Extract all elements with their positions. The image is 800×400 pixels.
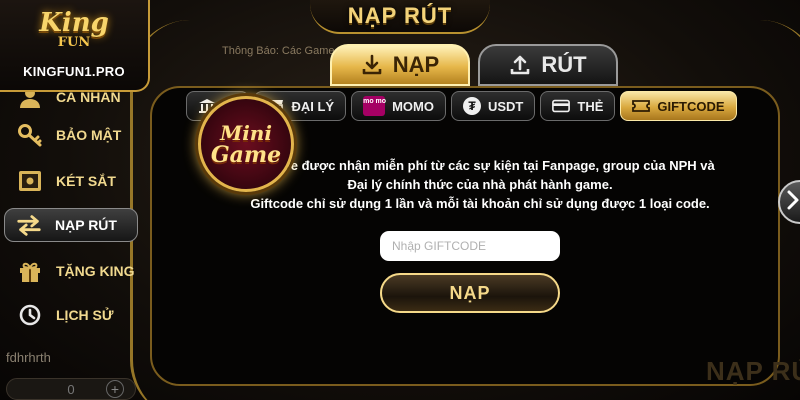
page-title: NẠP RÚT: [310, 0, 490, 34]
upload-icon: [509, 54, 531, 76]
subtab-giftcode[interactable]: GIFTCODE: [620, 91, 737, 121]
card-icon: [552, 98, 571, 114]
giftcode-input[interactable]: [380, 231, 560, 261]
gift-icon: [16, 258, 44, 284]
exchange-icon: [15, 212, 43, 238]
sidebar-item-ket-sat[interactable]: KÉT SẮT: [6, 164, 138, 198]
logo-king: King: [39, 8, 109, 38]
chevron-right-icon: [786, 189, 800, 216]
subtab-usdt-label: USDT: [487, 98, 524, 114]
tab-nap-label: NẠP: [392, 52, 440, 77]
subtab-momo[interactable]: mo mo MOMO: [351, 91, 446, 121]
sidebar-item-tang-king[interactable]: TẶNG KING: [6, 254, 138, 288]
sidebar-item-nap-rut[interactable]: NẠP RÚT: [4, 208, 138, 242]
sidebar-item-label: TẶNG KING: [56, 263, 135, 279]
subtab-usdt[interactable]: ₮ USDT: [450, 91, 536, 121]
minigame-badge[interactable]: Mini Game: [198, 96, 294, 192]
brand-logo: King FUN KINGFUN1.PRO: [0, 0, 150, 92]
safe-icon: [16, 168, 44, 194]
brand-url: KINGFUN1.PRO: [23, 64, 125, 79]
tab-nap[interactable]: NẠP: [330, 44, 470, 86]
tab-rut-label: RÚT: [541, 52, 587, 77]
key-icon: [16, 122, 44, 148]
ticket-icon: [632, 98, 651, 114]
minigame-line-2: Game: [210, 142, 282, 168]
history-icon: [16, 302, 44, 328]
sidebar-item-label: BẢO MẬT: [56, 127, 122, 143]
tab-rut[interactable]: RÚT: [478, 44, 618, 86]
download-icon: [361, 54, 383, 76]
subtab-the[interactable]: THẺ: [540, 91, 616, 121]
subtab-dai-ly-label: ĐẠI LÝ: [291, 98, 335, 114]
subtab-giftcode-label: GIFTCODE: [657, 98, 725, 114]
minigame-line-1: Mini: [220, 121, 272, 145]
usdt-icon: ₮: [462, 97, 481, 115]
bottom-username: fdhrhrth: [6, 350, 51, 365]
subtab-the-label: THẺ: [577, 98, 604, 114]
subtab-momo-label: MOMO: [392, 98, 434, 114]
sidebar-item-lich-su[interactable]: LỊCH SỬ: [6, 298, 138, 332]
faded-corner-title: NẠP RÚ: [706, 356, 800, 386]
sidebar-item-bao-mat[interactable]: BẢO MẬT: [6, 118, 138, 152]
info-line-2: Đại lý chính thức của nhà phát hành game…: [347, 177, 613, 192]
sidebar-item-label: LỊCH SỬ: [56, 307, 114, 323]
sidebar-item-label: KÉT SẮT: [56, 173, 116, 189]
info-line-3: Giftcode chỉ sử dụng 1 lần và mỗi tài kh…: [250, 196, 710, 211]
logo-fun: FUN: [57, 35, 91, 50]
add-balance-button[interactable]: +: [106, 380, 124, 398]
app-screen: NẠP RÚT Thông Báo: Các Game... Sẽ Bảo...…: [0, 0, 800, 400]
momo-icon: mo mo: [363, 96, 386, 116]
sidebar-item-label: NẠP RÚT: [55, 217, 117, 233]
submit-nap-button[interactable]: NẠP: [380, 273, 560, 313]
